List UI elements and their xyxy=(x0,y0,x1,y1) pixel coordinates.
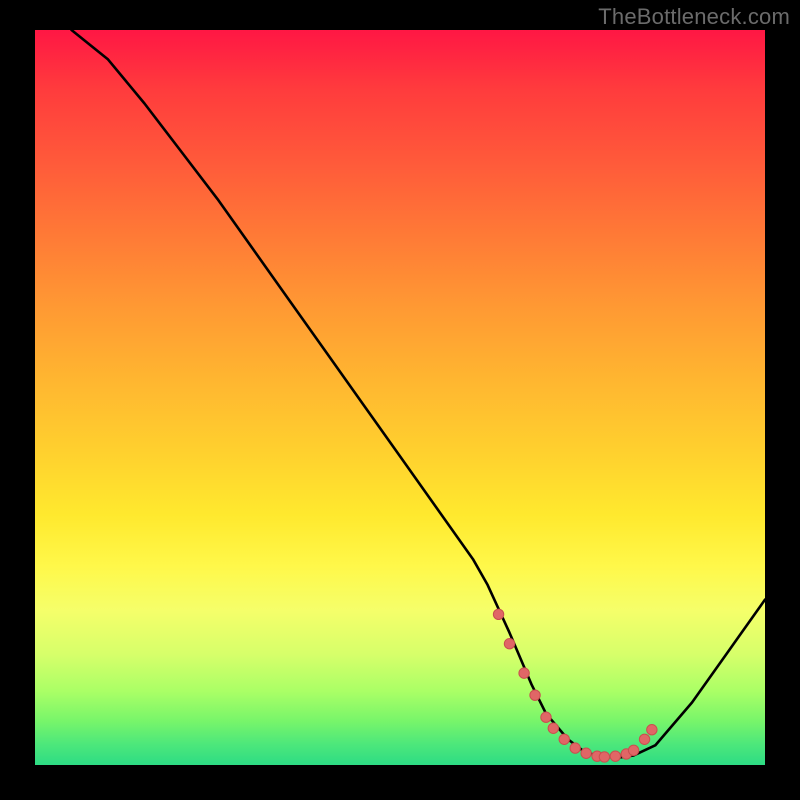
curve-svg xyxy=(35,30,765,765)
valley-marker xyxy=(541,712,551,722)
valley-marker xyxy=(493,609,503,619)
valley-marker xyxy=(599,752,609,762)
chart-frame: TheBottleneck.com xyxy=(0,0,800,800)
valley-marker xyxy=(519,668,529,678)
watermark-text: TheBottleneck.com xyxy=(598,4,790,30)
valley-marker xyxy=(581,748,591,758)
valley-marker xyxy=(647,725,657,735)
valley-marker xyxy=(548,723,558,733)
valley-marker xyxy=(530,690,540,700)
bottleneck-curve xyxy=(72,30,766,758)
plot-area xyxy=(35,30,765,765)
valley-marker xyxy=(559,734,569,744)
valley-markers xyxy=(493,609,657,762)
valley-marker xyxy=(570,743,580,753)
valley-marker xyxy=(504,639,514,649)
valley-marker xyxy=(628,745,638,755)
valley-marker xyxy=(610,751,620,761)
valley-marker xyxy=(639,734,649,744)
